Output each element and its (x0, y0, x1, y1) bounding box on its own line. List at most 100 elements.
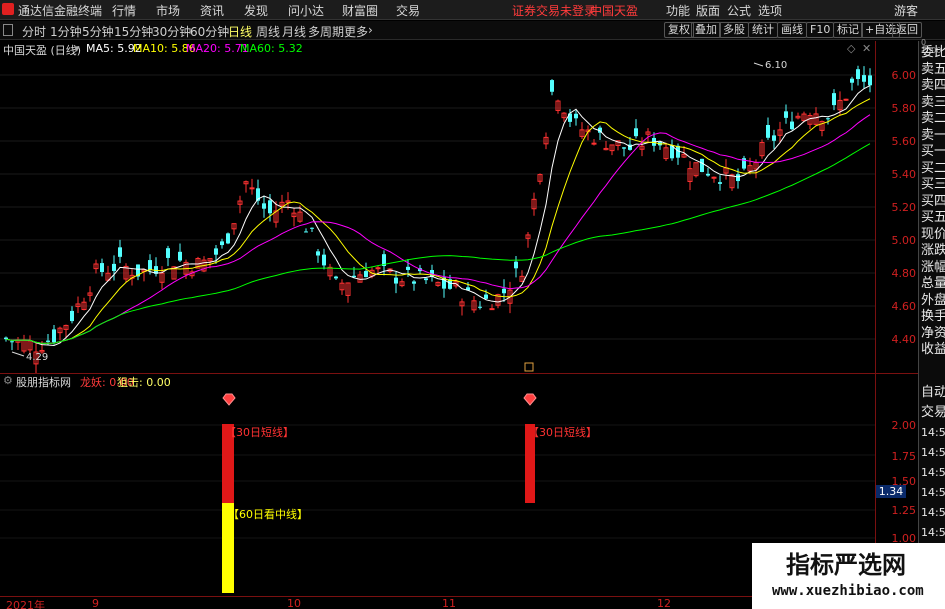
period-15min[interactable]: 15分钟 (114, 23, 153, 40)
sidebar-item[interactable]: 委比 (921, 45, 945, 61)
ma60-label: MA60: 5.32 (240, 42, 303, 55)
sidebar-trade-item[interactable]: 14:56 (921, 465, 945, 481)
price-tick: 4.80 (891, 267, 917, 280)
price-axis: 6.00 5.80 5.60 5.40 5.20 5.00 4.80 4.60 4.40 (876, 57, 917, 373)
period-weekly[interactable]: 周线 (256, 23, 280, 40)
signal-label-2: 【30日短线】 (528, 426, 597, 439)
close-icon[interactable]: ✕ (862, 42, 871, 55)
period-multi[interactable]: 多周期 (308, 23, 344, 40)
menu-item-trade[interactable]: 交易 (396, 2, 420, 19)
candle-body-down (826, 118, 830, 120)
sidebar-trade-item[interactable]: 交易 (921, 405, 945, 421)
sidebar-item[interactable]: 现价 (921, 227, 945, 243)
date-label: 10 (287, 597, 301, 609)
sidebar-item[interactable]: 涨幅 (921, 260, 945, 276)
sidebar-trade-item[interactable]: 自动 (921, 385, 945, 401)
sidebar-item[interactable]: 收益 (921, 342, 945, 358)
sidebar-item[interactable]: 卖五 (921, 62, 945, 78)
candle-body-up (711, 176, 717, 179)
candle-body-down (322, 254, 326, 266)
candle-body-down (574, 113, 578, 119)
mark-button[interactable]: 标记 (833, 22, 863, 38)
candle-body-down (394, 277, 398, 284)
menu-item-layout[interactable]: 版面 (696, 2, 720, 19)
period-monthly[interactable]: 月线 (282, 23, 306, 40)
sidebar-trade-item[interactable]: 14:56 (921, 505, 945, 521)
candle-body-down (112, 263, 116, 271)
diamond-icon[interactable]: ◇ (847, 42, 855, 55)
sidebar-item[interactable]: 买五 (921, 210, 945, 226)
sidebar-item[interactable]: 买四 (921, 194, 945, 210)
period-more[interactable]: 更多 (344, 23, 368, 40)
sidebar-item[interactable]: 卖一 (921, 128, 945, 144)
menu-item-function[interactable]: 功能 (666, 2, 690, 19)
period-5min[interactable]: 5分钟 (82, 23, 114, 40)
sidebar-item[interactable]: 涨跌 (921, 243, 945, 259)
candle-body-up (591, 142, 597, 145)
stats-button[interactable]: 统计 (748, 22, 778, 38)
sidebar-item[interactable]: 净资 (921, 326, 945, 342)
multi-stock-button[interactable]: 多股 (719, 22, 749, 38)
candle-body-down (166, 248, 170, 258)
indicator-chart[interactable] (0, 388, 875, 596)
draw-line-button[interactable]: 画线 (777, 22, 807, 38)
candle-body-down (70, 310, 74, 322)
menu-item-formula[interactable]: 公式 (727, 2, 751, 19)
chevron-right-icon[interactable]: › (368, 23, 373, 37)
price-tick: 4.60 (891, 300, 917, 313)
period-intraday[interactable]: 分时 (22, 23, 46, 40)
app-title: 通达信金融终端 (18, 4, 103, 18)
sidebar-trade-item[interactable]: 14:56 (921, 525, 945, 541)
sidebar-trade-item[interactable]: 14:56 (921, 445, 945, 461)
menu-item-options[interactable]: 选项 (758, 2, 782, 19)
menu-item-news[interactable]: 资讯 (200, 2, 224, 19)
candle-body-down (178, 251, 182, 261)
candle-body-down (862, 75, 866, 82)
candle-body-down (364, 271, 368, 278)
candle-body-down (784, 111, 788, 118)
menu-item-discover[interactable]: 发现 (244, 2, 268, 19)
ma-line-20 (5, 114, 871, 344)
adjust-button[interactable]: 复权 (664, 22, 694, 38)
gear-icon[interactable]: ⚙ (3, 374, 13, 387)
overlay-button[interactable]: 叠加 (691, 22, 721, 38)
menu-item-ask[interactable]: 问小达 (288, 2, 324, 19)
sidebar-item[interactable]: 卖三 (921, 95, 945, 111)
sidebar-item[interactable]: 换手 (921, 309, 945, 325)
candlestick-chart[interactable]: 4.29 6.10 (0, 57, 875, 373)
sidebar-item[interactable]: 买三 (921, 177, 945, 193)
chevron-down-icon[interactable]: ▾ (74, 42, 80, 55)
period-1min[interactable]: 1分钟 (50, 23, 82, 40)
menu-item-quotes[interactable]: 行情 (112, 2, 136, 19)
ma-info-bar: 中国天盈 (日线) ▾ MA5: 5.92 MA10: 5.86 MA20: 5… (0, 41, 875, 57)
guest-label[interactable]: 游客 (894, 2, 918, 19)
sidebar-item[interactable]: 外盘 (921, 293, 945, 309)
date-label: 12 (657, 597, 671, 609)
sidebar-trade-item[interactable]: 14:56 (921, 425, 945, 441)
period-daily[interactable]: 日线 (228, 23, 252, 40)
sidebar-item[interactable]: 总量 (921, 276, 945, 292)
candle-body-down (424, 278, 428, 281)
login-notice[interactable]: 证券交易未登录 (512, 2, 596, 19)
candle-body-down (10, 341, 14, 343)
sidebar-item[interactable]: 卖四 (921, 78, 945, 94)
signal-label-3: 【60日看中线】 (228, 508, 308, 521)
candle-body-down (736, 174, 740, 182)
period-30min[interactable]: 30分钟 (152, 23, 191, 40)
candle-body-down (790, 121, 794, 130)
candle-body-down (310, 227, 314, 229)
candle-body-down (484, 294, 488, 299)
diamond-icon (523, 393, 537, 406)
sidebar-item[interactable]: 卖二 (921, 111, 945, 127)
menu-item-wealth[interactable]: 财富圈 (342, 2, 378, 19)
menu-item-market[interactable]: 市场 (156, 2, 180, 19)
date-label: 2021年 (6, 599, 45, 609)
back-button[interactable]: 返回 (892, 22, 922, 38)
sidebar-item[interactable]: 买二 (921, 161, 945, 177)
f10-button[interactable]: F10 (806, 22, 835, 38)
price-tick: 5.40 (891, 168, 917, 181)
sidebar-trade-item[interactable]: 14:56 (921, 485, 945, 501)
sidebar-item[interactable]: 买一 (921, 144, 945, 160)
toggle-panel-icon[interactable] (3, 24, 13, 36)
period-60min[interactable]: 60分钟 (190, 23, 229, 40)
